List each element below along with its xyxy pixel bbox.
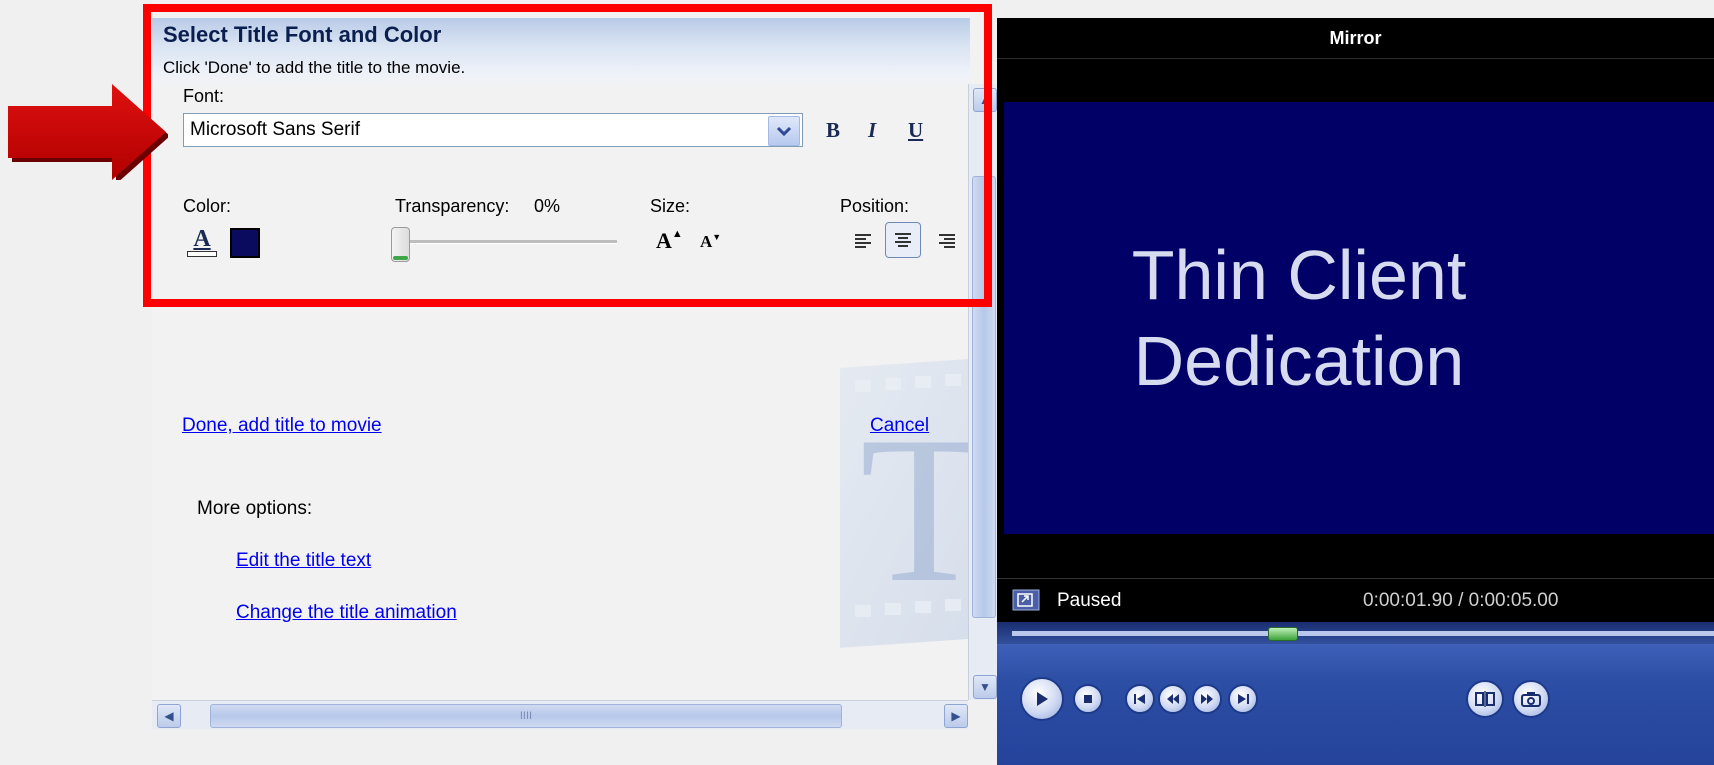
rewind-button[interactable] (1158, 684, 1188, 714)
video-title-line1: Thin Client (1131, 236, 1467, 314)
split-icon (1475, 691, 1495, 707)
video-title-line2: Dedication (1133, 322, 1465, 400)
chevron-down-icon: ▼ (979, 680, 991, 694)
playback-status: Paused (1057, 590, 1122, 611)
edit-title-text-link[interactable]: Edit the title text (236, 550, 371, 572)
play-button[interactable] (1020, 677, 1064, 721)
cancel-link[interactable]: Cancel (870, 415, 929, 437)
next-frame-button[interactable] (1228, 684, 1258, 714)
stop-icon (1084, 695, 1092, 703)
playback-time: 0:00:01.90 / 0:00:05.00 (1363, 590, 1559, 611)
playback-controls (997, 644, 1714, 765)
highlight-box (143, 4, 992, 307)
change-title-animation-link[interactable]: Change the title animation (236, 602, 457, 624)
scroll-left-button[interactable]: ◀ (157, 704, 181, 728)
scroll-right-button[interactable]: ▶ (944, 704, 968, 728)
previous-frame-button[interactable] (1125, 684, 1155, 714)
red-arrow-icon (8, 84, 168, 180)
chevron-left-icon: ◀ (164, 709, 174, 723)
more-options-label: More options: (197, 498, 313, 519)
fullscreen-icon[interactable] (1012, 589, 1040, 611)
forward-icon (1201, 694, 1213, 704)
snapshot-icon (1521, 692, 1541, 707)
snapshot-button[interactable] (1512, 680, 1550, 718)
seek-thumb[interactable] (1268, 627, 1299, 641)
chevron-right-icon: ▶ (951, 709, 961, 723)
done-add-title-link[interactable]: Done, add title to movie (182, 415, 382, 437)
previous-icon (1134, 694, 1145, 704)
rewind-icon (1167, 694, 1179, 704)
horizontal-scrollbar-thumb[interactable]: IIII (210, 704, 842, 728)
scroll-down-button[interactable]: ▼ (973, 675, 997, 699)
stop-button[interactable] (1073, 684, 1103, 714)
monitor-title: Mirror (997, 18, 1714, 59)
forward-button[interactable] (1192, 684, 1222, 714)
title-watermark-icon: T (840, 357, 980, 648)
next-icon (1238, 694, 1249, 704)
video-title-text: Thin Client Dedication (1004, 232, 1594, 404)
seek-track[interactable] (1012, 631, 1714, 636)
play-icon (1037, 692, 1048, 706)
split-button[interactable] (1466, 680, 1504, 718)
